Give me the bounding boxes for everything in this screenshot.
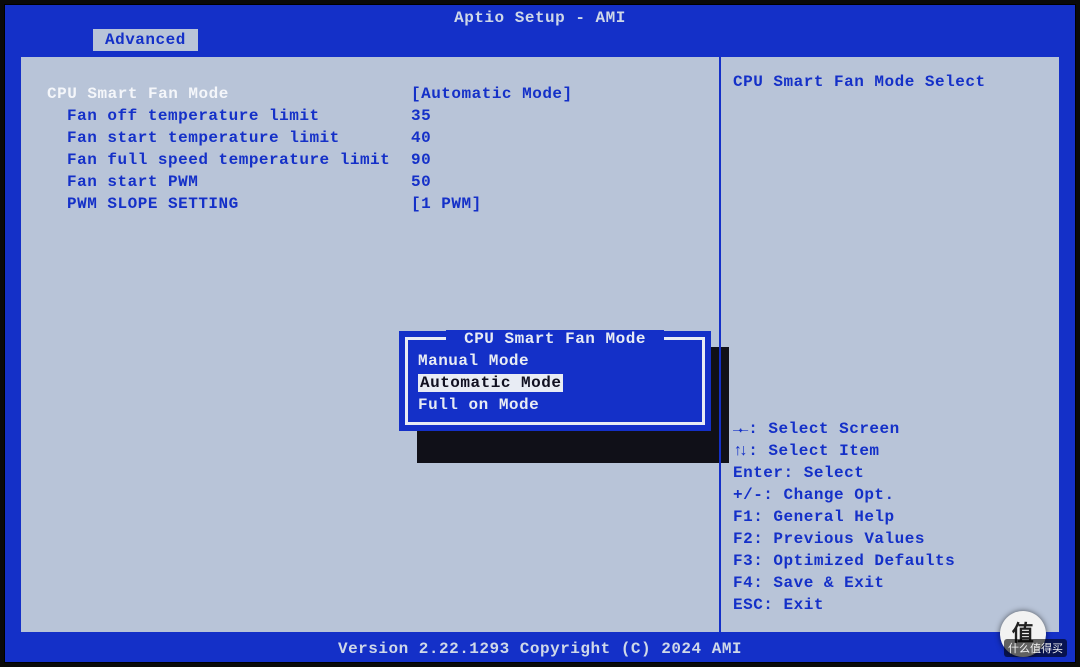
popup-option-automatic-mode[interactable]: Automatic Mode: [414, 372, 696, 394]
setting-label: Fan off temperature limit: [21, 105, 411, 127]
popup-option-label: Automatic Mode: [418, 374, 563, 392]
setting-fan-start-pwm[interactable]: Fan start PWM 50: [21, 171, 719, 193]
tab-strip: Advanced: [93, 29, 1075, 53]
key-f1: F1: General Help: [733, 506, 1047, 528]
setting-fan-start-temp[interactable]: Fan start temperature limit 40: [21, 127, 719, 149]
work-area: CPU Smart Fan Mode [Automatic Mode] Fan …: [19, 55, 1061, 634]
key-f2: F2: Previous Values: [733, 528, 1047, 550]
popup-option-label: Manual Mode: [418, 352, 529, 370]
tab-advanced[interactable]: Advanced: [93, 29, 198, 51]
setting-label: Fan start PWM: [21, 171, 411, 193]
key-select-item: : Select Item: [733, 440, 1047, 462]
arrows-ud-icon: [733, 442, 748, 460]
setting-value: 40: [411, 127, 719, 149]
popup-inner: CPU Smart Fan Mode Manual Mode Automatic…: [405, 337, 705, 425]
settings-list: CPU Smart Fan Mode [Automatic Mode] Fan …: [21, 83, 719, 215]
popup-title-wrap: CPU Smart Fan Mode: [414, 330, 696, 348]
setting-value: 90: [411, 149, 719, 171]
key-f4: F4: Save & Exit: [733, 572, 1047, 594]
key-enter: Enter: Select: [733, 462, 1047, 484]
setting-value: [Automatic Mode]: [411, 83, 719, 105]
popup-title: CPU Smart Fan Mode: [446, 330, 664, 348]
setting-label: Fan full speed temperature limit: [21, 149, 411, 171]
setting-label: CPU Smart Fan Mode: [21, 83, 411, 105]
setting-cpu-smart-fan-mode[interactable]: CPU Smart Fan Mode [Automatic Mode]: [21, 83, 719, 105]
arrows-lr-icon: [733, 420, 748, 438]
app-title: Aptio Setup - AMI: [5, 5, 1075, 29]
popup-option-manual-mode[interactable]: Manual Mode: [414, 350, 696, 372]
key-plus-minus: +/-: Change Opt.: [733, 484, 1047, 506]
help-pane: CPU Smart Fan Mode Select : Select Scree…: [719, 57, 1059, 632]
popup-option-full-on-mode[interactable]: Full on Mode: [414, 394, 696, 416]
key-select-screen: : Select Screen: [733, 418, 1047, 440]
key-help: : Select Screen : Select Item Enter: Sel…: [733, 418, 1047, 616]
setting-fan-off-temp[interactable]: Fan off temperature limit 35: [21, 105, 719, 127]
key-f3: F3: Optimized Defaults: [733, 550, 1047, 572]
setting-fan-full-speed-temp[interactable]: Fan full speed temperature limit 90: [21, 149, 719, 171]
help-title: CPU Smart Fan Mode Select: [733, 73, 1047, 91]
setting-value: [1 PWM]: [411, 193, 719, 215]
settings-pane: CPU Smart Fan Mode [Automatic Mode] Fan …: [21, 57, 719, 632]
setting-label: Fan start temperature limit: [21, 127, 411, 149]
key-label: : Select Screen: [748, 420, 900, 438]
popup-option-label: Full on Mode: [418, 396, 539, 414]
setting-value: 35: [411, 105, 719, 127]
popup-cpu-smart-fan-mode: CPU Smart Fan Mode Manual Mode Automatic…: [399, 331, 711, 431]
watermark-text: 什么值得买: [1004, 639, 1067, 657]
bios-screen: Aptio Setup - AMI Advanced CPU Smart Fan…: [4, 4, 1076, 663]
setting-label: PWM SLOPE SETTING: [21, 193, 411, 215]
setting-value: 50: [411, 171, 719, 193]
watermark-badge: 值 什么值得买: [1000, 609, 1072, 661]
key-label: : Select Item: [748, 442, 879, 460]
footer-version: Version 2.22.1293 Copyright (C) 2024 AMI: [5, 640, 1075, 658]
setting-pwm-slope[interactable]: PWM SLOPE SETTING [1 PWM]: [21, 193, 719, 215]
